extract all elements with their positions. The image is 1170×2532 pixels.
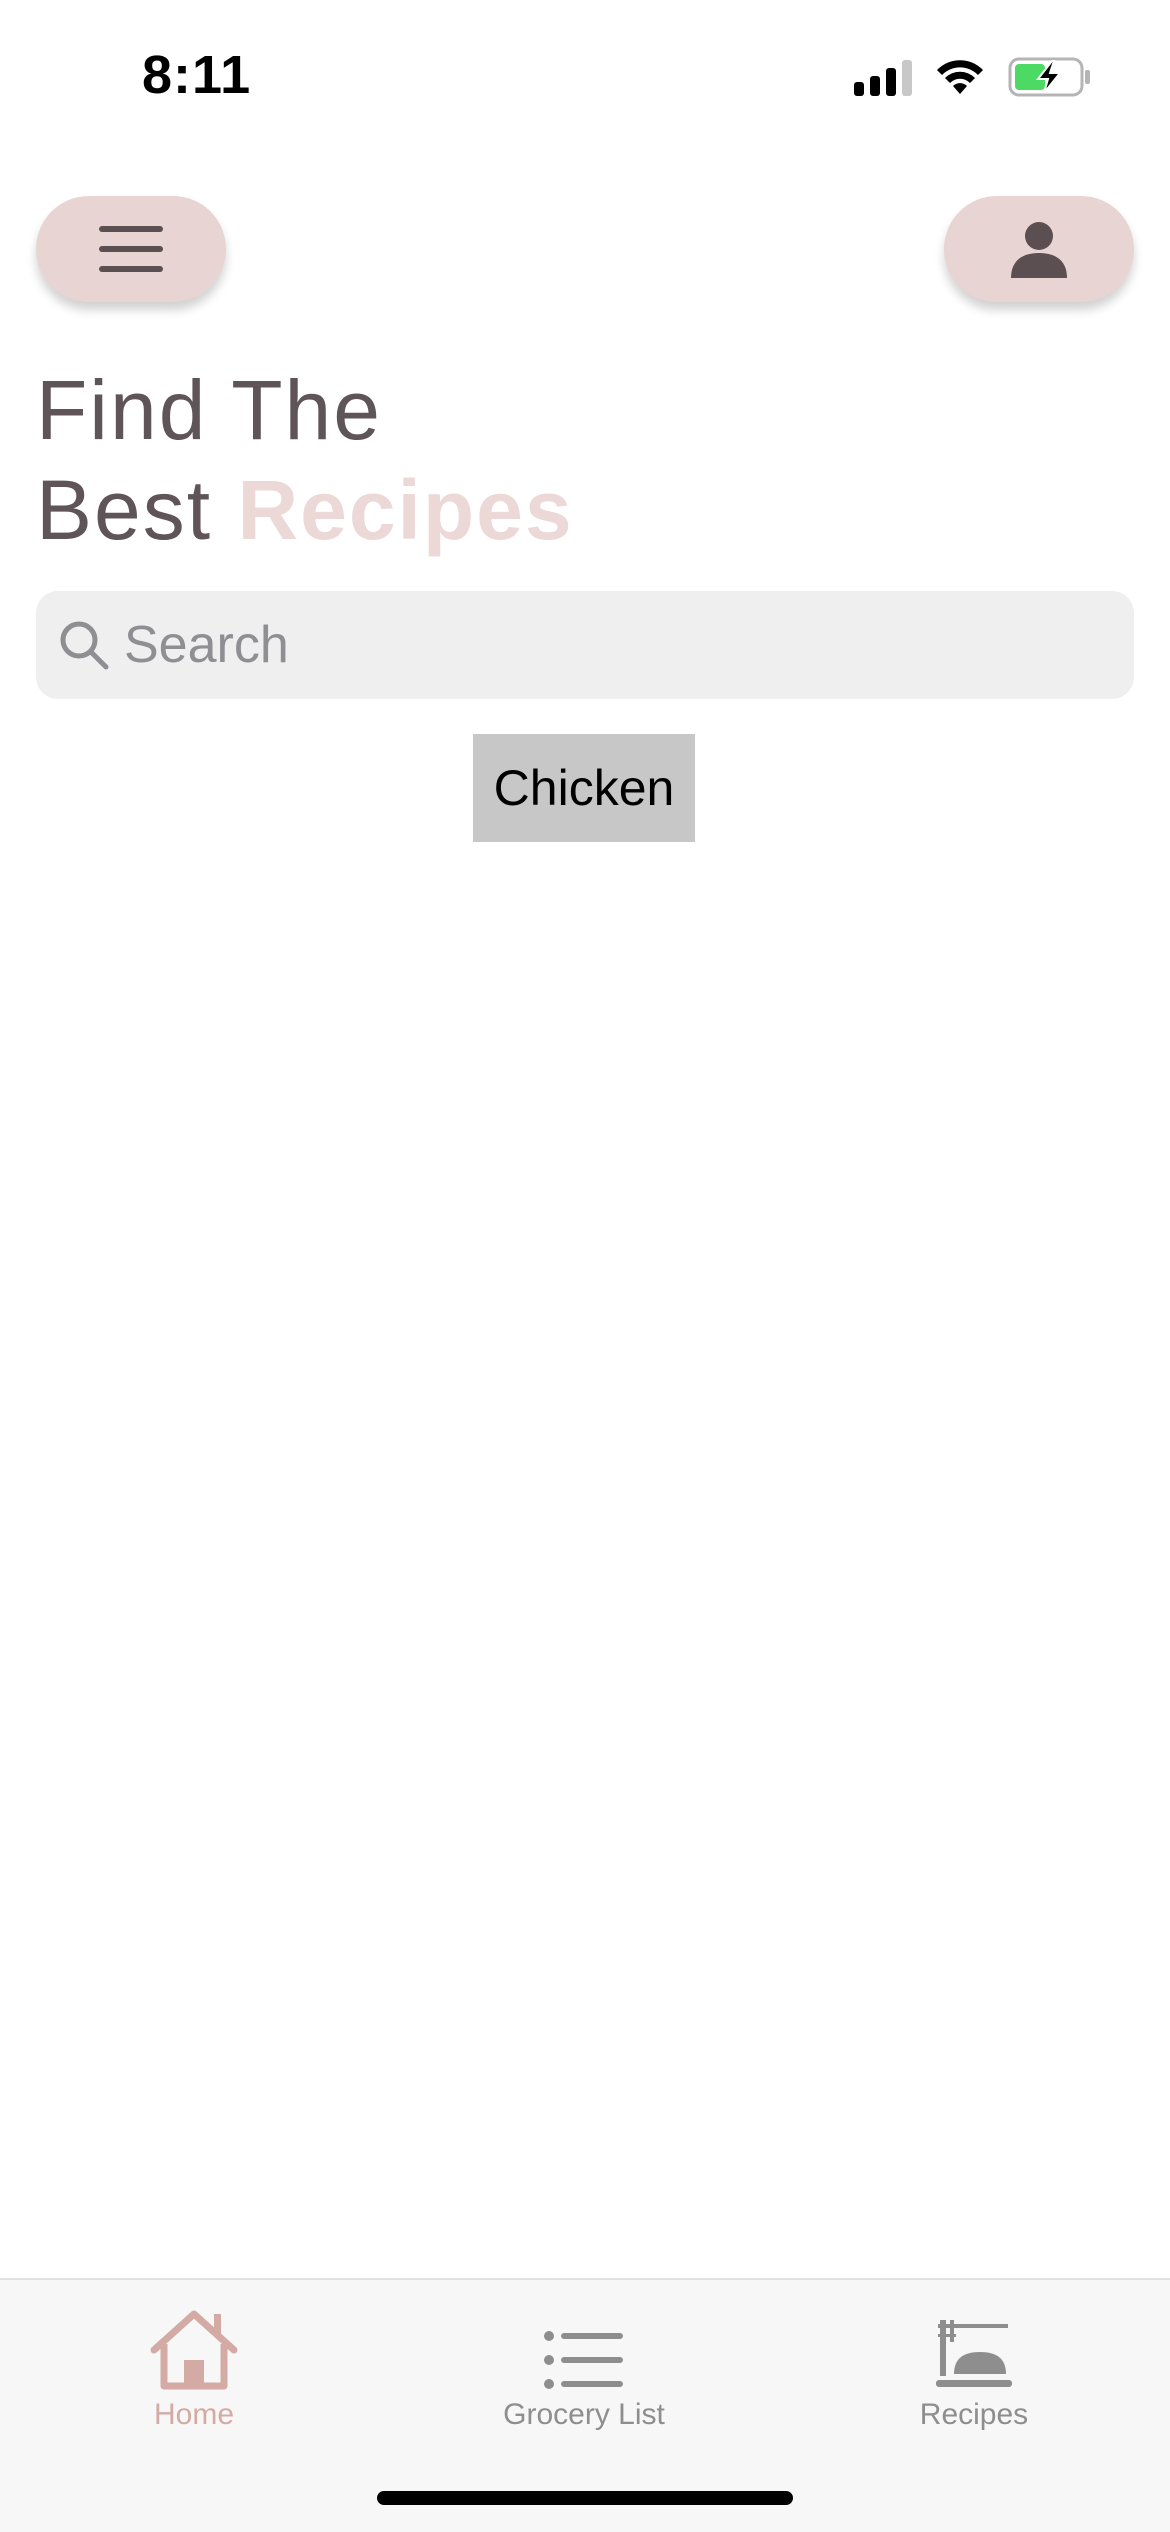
headline-line-1: Find The xyxy=(36,363,382,457)
tab-home[interactable]: Home xyxy=(64,2290,324,2432)
wifi-icon xyxy=(934,58,986,96)
search-icon xyxy=(60,621,109,670)
search-bar[interactable] xyxy=(36,591,1134,699)
hamburger-menu-icon xyxy=(99,226,163,272)
person-icon xyxy=(1011,222,1067,278)
cellular-signal-icon xyxy=(854,58,912,96)
category-chip-chicken[interactable]: Chicken xyxy=(473,734,695,842)
status-time: 8:11 xyxy=(142,45,252,105)
tab-recipes-label: Recipes xyxy=(919,2398,1029,2431)
headline-accent: Recipes xyxy=(237,463,574,557)
tab-grocery-list-label: Grocery List xyxy=(503,2398,665,2431)
battery-charging-icon xyxy=(1008,56,1092,98)
menu-button[interactable] xyxy=(36,196,226,302)
headline-line-2: Best Recipes xyxy=(36,460,574,560)
headline-prefix: Best xyxy=(36,463,213,557)
status-icons xyxy=(854,56,1092,98)
search-input[interactable] xyxy=(124,615,1104,675)
tab-home-label: Home xyxy=(153,2398,235,2431)
list-icon xyxy=(454,2290,714,2390)
home-icon xyxy=(64,2290,324,2390)
status-bar: 8:11 xyxy=(0,0,1170,150)
tab-recipes[interactable]: Recipes xyxy=(844,2290,1104,2432)
profile-button[interactable] xyxy=(944,196,1134,302)
home-indicator[interactable] xyxy=(377,2491,793,2505)
screen: 8:11 Find The Best Recipes Search Chicke… xyxy=(0,0,1170,2532)
food-tray-icon xyxy=(844,2290,1104,2390)
page-headline: Find The Best Recipes xyxy=(36,360,574,560)
tab-grocery-list[interactable]: Grocery List xyxy=(454,2290,714,2432)
